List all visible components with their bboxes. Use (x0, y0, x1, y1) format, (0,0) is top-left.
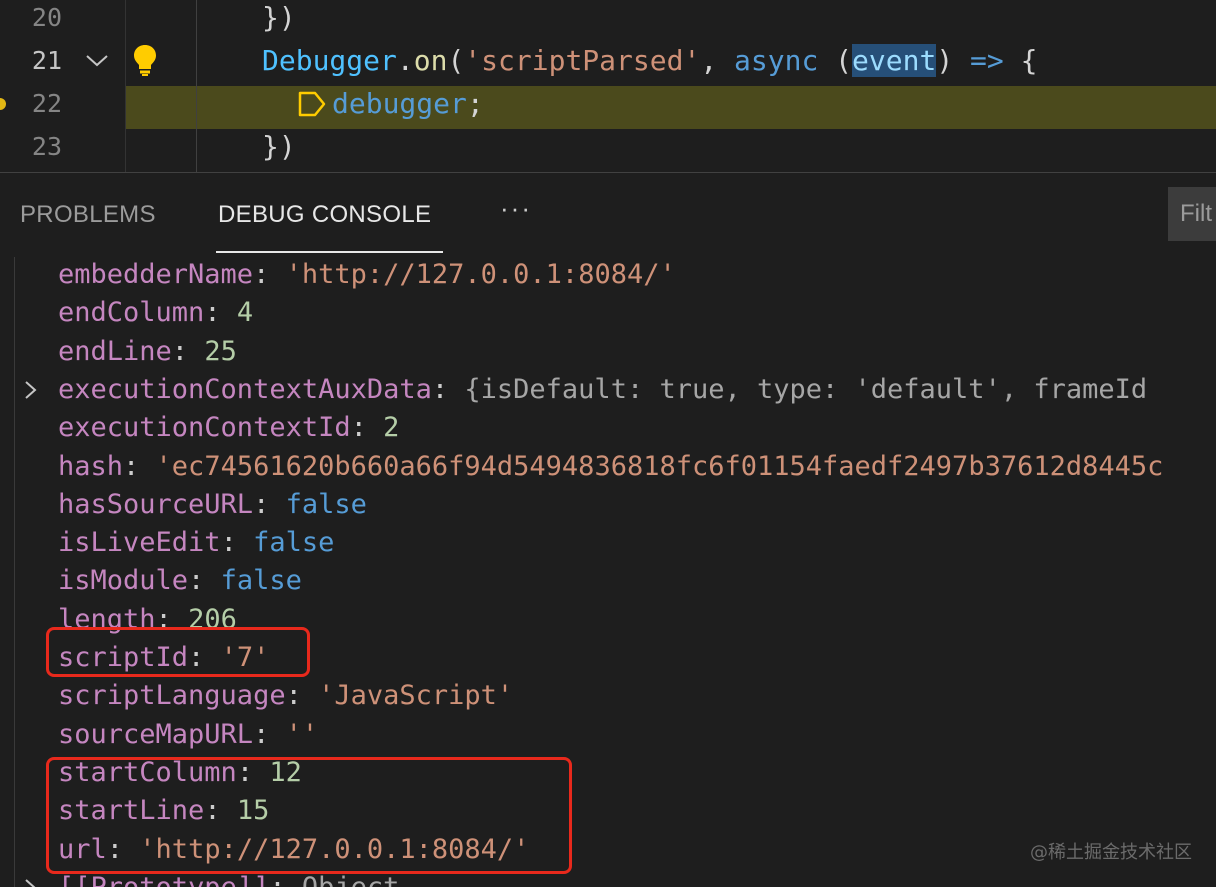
property-key: isLiveEdit (58, 527, 221, 559)
token-brace: { (1003, 44, 1038, 77)
more-actions-icon[interactable]: ··· (500, 193, 532, 224)
console-property-row: isLiveEdit: false (58, 524, 334, 562)
key-separator: : (269, 872, 302, 887)
property-key: isModule (58, 565, 189, 597)
key-separator: : (350, 412, 384, 444)
console-property-row[interactable]: executionContextAuxData: {isDefault: tru… (58, 371, 1147, 409)
editor-line-21: 21 Debugger.on('scriptParsed', async (ev… (0, 39, 1216, 82)
token-function: on (413, 44, 448, 77)
line-number: 21 (31, 46, 62, 75)
debug-stop-arrow-icon (297, 90, 327, 122)
token-object: Debugger (262, 44, 397, 77)
property-value: 2 (383, 412, 400, 444)
tree-indent-guide (14, 257, 15, 887)
console-property-row: endLine: 25 (58, 333, 237, 371)
property-value: false (285, 488, 367, 520)
code-text: }) (262, 1, 296, 34)
property-value: false (220, 565, 302, 597)
editor-line-23: 23 }) (0, 125, 1216, 168)
key-separator: : (253, 718, 286, 750)
property-key: embedderName (58, 259, 254, 290)
property-key: sourceMapURL (58, 718, 254, 750)
key-separator: : (171, 335, 205, 367)
token-string: 'scriptParsed' (464, 44, 701, 77)
console-property-row: sourceMapURL: '' (58, 716, 318, 754)
token-comma: , (700, 44, 735, 77)
console-property-row: hasSourceURL: false (58, 486, 367, 524)
annotation-location-box (46, 757, 572, 874)
token-arrow: => (953, 44, 1004, 77)
property-key: hasSourceURL (58, 488, 254, 520)
line-number: 22 (31, 89, 62, 118)
token-paren: ( (447, 44, 465, 77)
console-property-row: scriptLanguage: 'JavaScript' (58, 677, 513, 715)
key-separator: : (188, 565, 221, 597)
chevron-right-icon[interactable] (22, 379, 40, 405)
property-key: [[Prototype]] (58, 872, 269, 887)
code-text: }) (262, 130, 296, 163)
panel-tab-bar: PROBLEMS DEBUG CONSOLE ··· Filt (0, 173, 1216, 257)
token-paren: ) (936, 44, 954, 77)
token-parameter: event (852, 44, 937, 77)
key-separator: : (253, 259, 286, 290)
line-number: 20 (31, 3, 62, 32)
token-keyword: async (734, 44, 819, 77)
property-value: 'ec74561620b660a66f94d5494836818fc6f0115… (155, 450, 1164, 482)
property-value: Object (302, 872, 400, 887)
token-semicolon: ; (466, 87, 484, 120)
editor-line-22: 22 debugger; (0, 82, 1216, 125)
property-value: 'JavaScript' (318, 680, 514, 712)
property-value: '' (285, 718, 319, 750)
key-separator: : (220, 527, 254, 559)
key-separator: : (123, 450, 156, 482)
chevron-down-icon[interactable] (85, 53, 109, 73)
console-property-row: isModule: false (58, 562, 302, 600)
property-key: scriptLanguage (58, 680, 286, 712)
tab-debug-console[interactable]: DEBUG CONSOLE (218, 201, 431, 229)
line-number: 23 (31, 132, 62, 161)
key-separator: : (204, 297, 237, 329)
editor-line-20: 20 }) (0, 0, 1216, 39)
property-key: executionContextAuxData (58, 373, 432, 405)
active-tab-indicator (216, 251, 443, 253)
property-key: endLine (58, 335, 172, 367)
property-value: 25 (204, 335, 237, 367)
annotation-scriptid-box (46, 627, 310, 677)
code-text: Debugger.on('scriptParsed', async (event… (262, 39, 1038, 82)
key-separator: : (431, 373, 465, 405)
property-key: hash (58, 450, 124, 482)
chevron-right-icon[interactable] (22, 877, 40, 887)
property-value: 'http://127.0.0.1:8084/' (285, 259, 676, 290)
filter-placeholder: Filt (1180, 200, 1212, 227)
token-paren: ( (818, 44, 853, 77)
property-key: endColumn (58, 297, 205, 329)
watermark: @稀土掘金技术社区 (1030, 842, 1192, 863)
property-value: {isDefault: true, type: 'default', frame… (464, 373, 1148, 405)
lightbulb-icon[interactable] (132, 43, 158, 81)
property-value: 4 (236, 297, 254, 329)
token-keyword: debugger (332, 87, 467, 120)
property-value: false (253, 527, 335, 559)
tab-problems[interactable]: PROBLEMS (20, 201, 156, 229)
token-dot: . (396, 44, 414, 77)
console-property-row: executionContextId: 2 (58, 409, 399, 447)
console-property-row: embedderName: 'http://127.0.0.1:8084/' (58, 257, 676, 294)
key-separator: : (285, 680, 319, 712)
code-editor[interactable]: 20 }) 21 Debugger.on('scriptParsed', asy… (0, 0, 1216, 172)
console-property-row: hash: 'ec74561620b660a66f94d5494836818fc… (58, 448, 1163, 486)
key-separator: : (253, 488, 286, 520)
code-text: debugger; (332, 82, 484, 125)
filter-input[interactable]: Filt (1168, 187, 1216, 241)
property-key: executionContextId (58, 412, 351, 444)
console-property-row: endColumn: 4 (58, 294, 253, 332)
